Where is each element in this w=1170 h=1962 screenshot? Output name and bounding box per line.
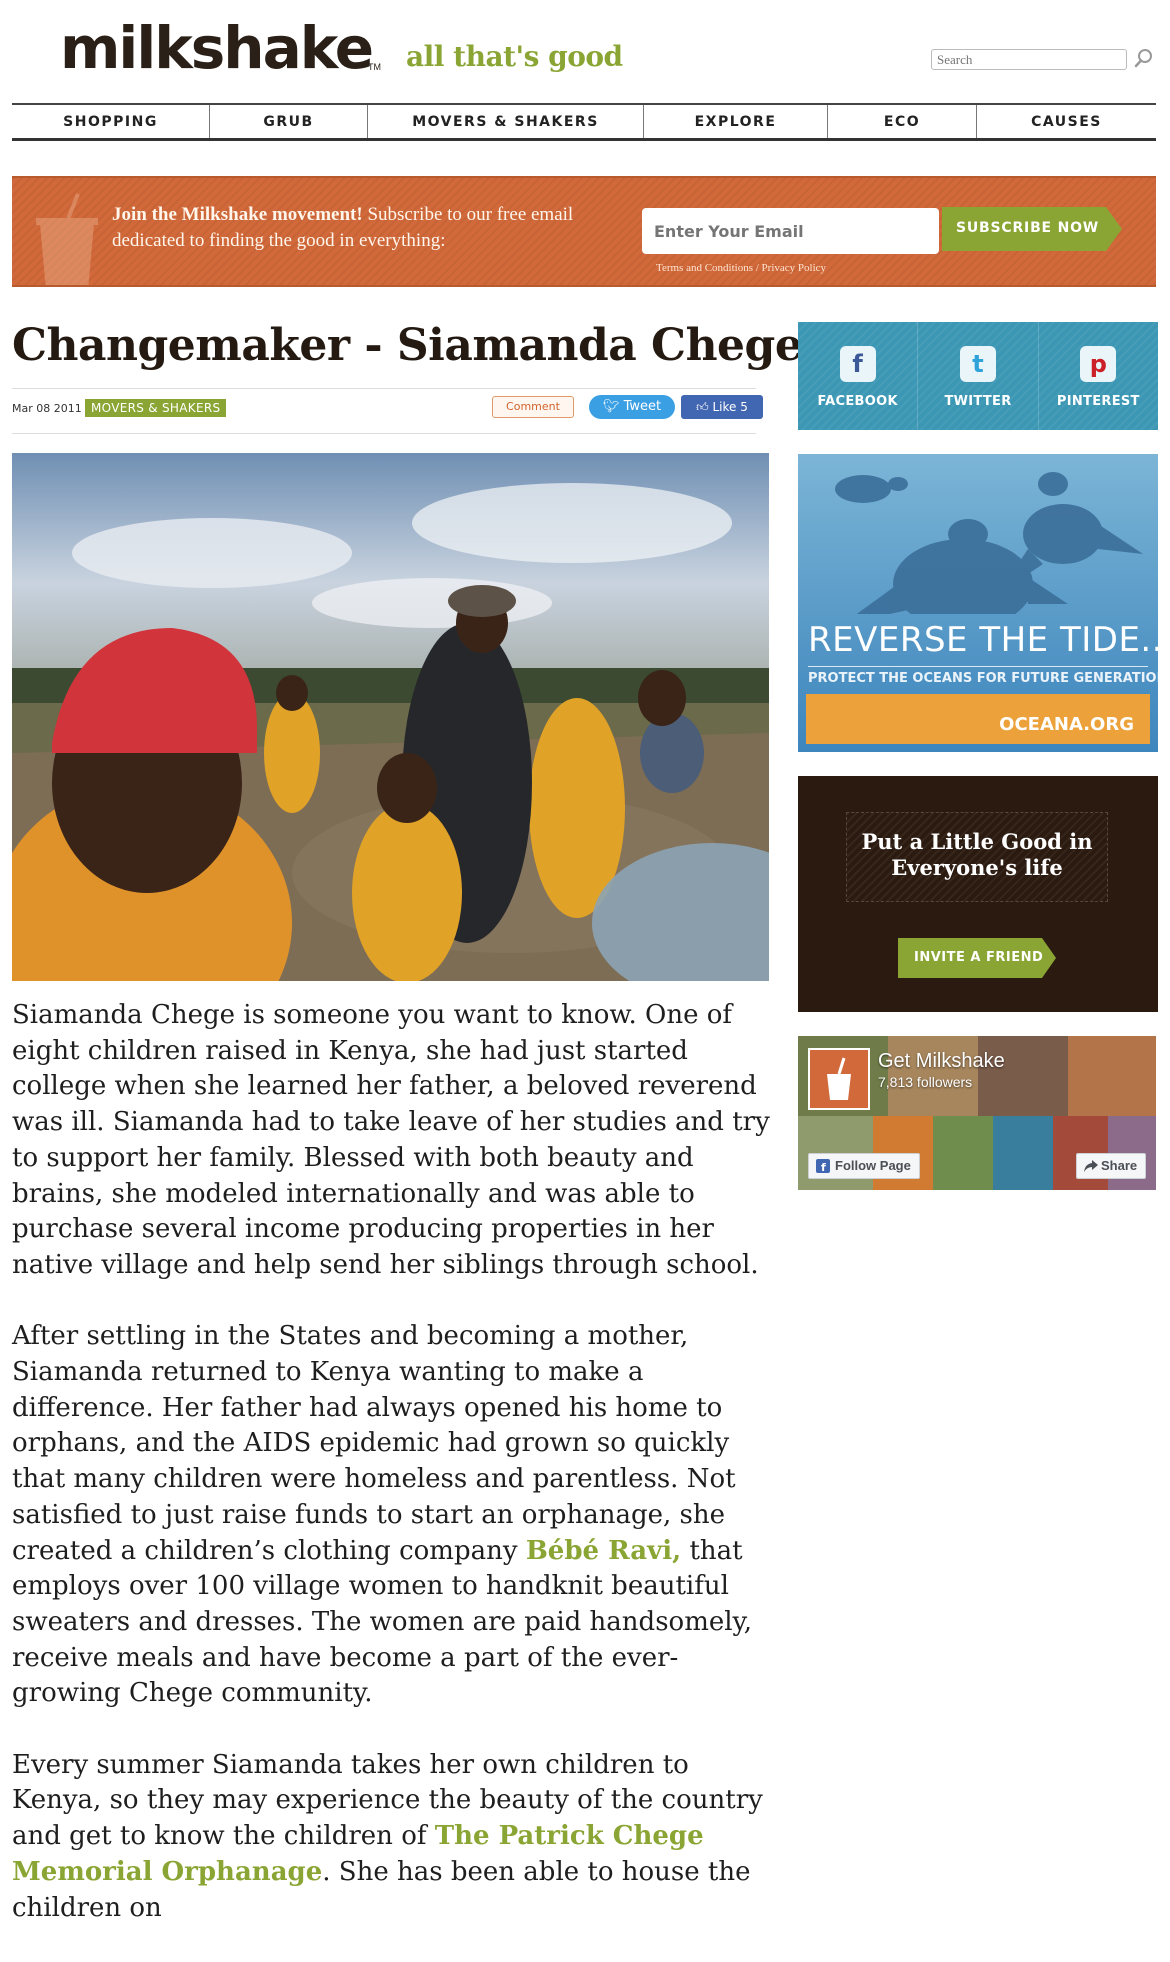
article-paragraph: After settling in the States and becomin…	[12, 1319, 772, 1712]
search-input[interactable]	[931, 49, 1127, 70]
article-meta-bar: Mar 08 2011 MOVERS & SHAKERS Comment 🐦︎ …	[12, 388, 763, 434]
search-icon[interactable]	[1133, 47, 1155, 69]
trademark-mark: TM	[368, 62, 381, 72]
pinterest-link[interactable]: p PINTEREST	[1039, 322, 1158, 430]
nav-shopping[interactable]: SHOPPING	[12, 105, 210, 138]
comment-button[interactable]: Comment	[492, 396, 574, 418]
svg-text:f: f	[821, 1161, 826, 1173]
cover-tile	[978, 1036, 1068, 1116]
oceana-brand-bar: OCEANA.ORG	[806, 694, 1150, 744]
invite-button-label: INVITE A FRIEND	[914, 950, 1044, 965]
twitter-label: TWITTER	[944, 394, 1012, 409]
nav-eco[interactable]: ECO	[828, 105, 977, 138]
banner-message: Join the Milkshake movement! Subscribe t…	[112, 202, 632, 254]
facebook-icon: f	[839, 346, 876, 382]
follow-label: Follow Page	[835, 1158, 911, 1173]
facebook-link[interactable]: f FACEBOOK	[798, 322, 919, 430]
subscribe-button[interactable]: SUBSCRIBE NOW	[942, 207, 1122, 251]
email-input[interactable]	[642, 208, 939, 254]
subscribe-banner: Join the Milkshake movement! Subscribe t…	[12, 176, 1156, 287]
invite-message: Put a Little Good in Everyone's life	[861, 829, 1093, 880]
main-nav: SHOPPING GRUB MOVERS & SHAKERS EXPLORE E…	[12, 103, 1156, 141]
milkshake-cup-icon	[36, 193, 98, 285]
invite-friend-button[interactable]: INVITE A FRIEND	[898, 938, 1056, 978]
banner-lead: Join the Milkshake movement!	[112, 204, 363, 225]
follow-page-button[interactable]: f Follow Page	[808, 1153, 920, 1179]
bebe-ravi-link[interactable]: Bébé Ravi,	[526, 1536, 681, 1566]
logo-wordmark[interactable]: milkshake	[60, 18, 374, 78]
article-photo	[12, 453, 769, 981]
oceana-divider	[808, 666, 1148, 667]
article-paragraph: Every summer Siamanda takes her own chil…	[12, 1748, 772, 1927]
cover-tile	[1068, 1036, 1156, 1116]
cover-tile	[993, 1116, 1053, 1190]
subscribe-label: SUBSCRIBE NOW	[956, 220, 1100, 236]
tweet-button[interactable]: 🐦︎ Tweet	[589, 395, 675, 419]
nav-explore[interactable]: EXPLORE	[644, 105, 828, 138]
oceana-subtitle: PROTECT THE OCEANS FOR FUTURE GENERATION…	[808, 671, 1158, 686]
sea-turtles-illustration	[835, 472, 1143, 614]
oceana-headline: REVERSE THE TIDE...	[808, 620, 1158, 660]
pinterest-label: PINTEREST	[1056, 394, 1140, 409]
twitter-link[interactable]: t TWITTER	[918, 322, 1039, 430]
facebook-page-widget[interactable]: Get Milkshake 7,813 followers f Follow P…	[798, 1036, 1156, 1190]
article-paragraph: Siamanda Chege is someone you want to kn…	[12, 1000, 770, 1280]
oceana-ad[interactable]: REVERSE THE TIDE... PROTECT THE OCEANS F…	[798, 454, 1158, 752]
nav-movers-shakers[interactable]: MOVERS & SHAKERS	[368, 105, 644, 138]
article-title: Changemaker - Siamanda Chege	[12, 320, 803, 371]
facebook-icon: f	[816, 1159, 830, 1173]
invite-frame: Put a Little Good in Everyone's life	[846, 812, 1108, 902]
site-tagline: all that's good	[406, 40, 623, 73]
pinterest-icon: p	[1080, 346, 1117, 382]
twitter-bird-icon: 🐦︎	[602, 399, 624, 414]
social-links: f FACEBOOK t TWITTER p PINTEREST	[798, 322, 1158, 430]
follower-count: 7,813 followers	[878, 1074, 973, 1090]
article-body: Siamanda Chege is someone you want to kn…	[12, 998, 772, 1962]
category-badge[interactable]: MOVERS & SHAKERS	[85, 399, 227, 417]
cover-tile	[933, 1116, 993, 1190]
page-avatar	[808, 1048, 870, 1110]
thumbs-up-icon: 👍︎	[696, 400, 713, 414]
share-arrow-icon	[1084, 1160, 1098, 1172]
share-button[interactable]: Share	[1076, 1153, 1146, 1179]
terms-links[interactable]: Terms and Conditions / Privacy Policy	[656, 262, 826, 274]
share-label: Share	[1101, 1158, 1138, 1173]
oceana-brand: OCEANA.ORG	[999, 714, 1134, 735]
article-date: Mar 08 2011	[12, 402, 82, 415]
page-name[interactable]: Get Milkshake	[878, 1050, 1005, 1073]
facebook-label: FACEBOOK	[817, 394, 898, 409]
facebook-like-button[interactable]: 👍︎ Like 5	[681, 395, 763, 419]
invite-box: Put a Little Good in Everyone's life INV…	[798, 776, 1158, 1012]
nav-grub[interactable]: GRUB	[210, 105, 368, 138]
paragraph-text: After settling in the States and becomin…	[12, 1321, 736, 1566]
twitter-icon: t	[959, 346, 996, 382]
nav-causes[interactable]: CAUSES	[977, 105, 1156, 138]
tweet-label: Tweet	[623, 399, 662, 414]
like-label: Like 5	[712, 400, 748, 414]
milkshake-cup-icon	[827, 1057, 851, 1100]
